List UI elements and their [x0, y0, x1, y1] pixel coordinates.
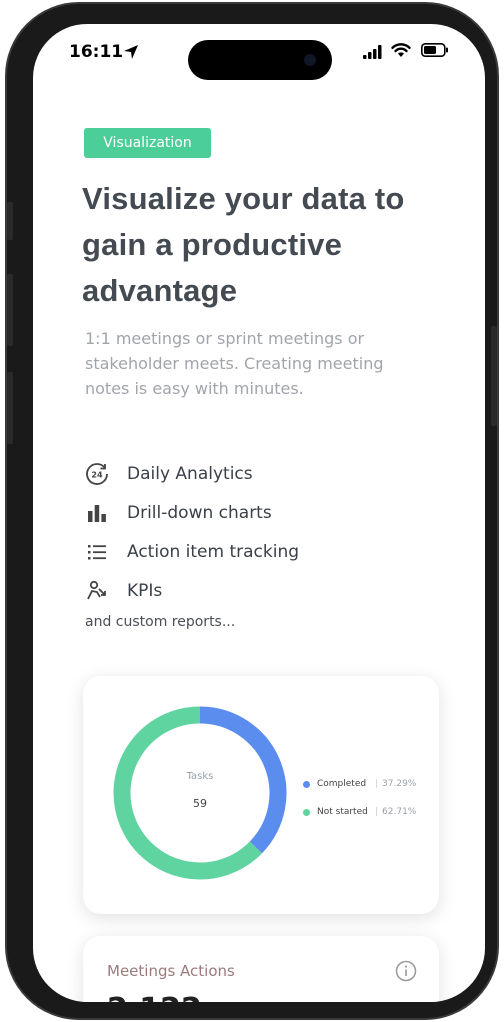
- info-icon[interactable]: [395, 960, 417, 982]
- status-time: 16:11: [69, 42, 124, 62]
- feature-item-drill-down-charts: Drill-down charts: [83, 493, 443, 532]
- tasks-chart-card: Tasks 59 Completed | 37.29% Not started …: [83, 676, 439, 914]
- feature-item-action-item-tracking: Action item tracking: [83, 532, 443, 571]
- feature-label: KPIs: [127, 580, 163, 601]
- legend-label: Completed: [317, 779, 367, 789]
- legend-value: 62.71%: [382, 807, 417, 817]
- donut-title: Tasks: [186, 771, 214, 782]
- 24h-clock-icon: 24: [83, 460, 111, 488]
- feature-list: 24 Daily Analytics Drill-down charts Act…: [83, 454, 443, 610]
- feature-item-kpis: KPIs: [83, 571, 443, 610]
- legend-item-completed: Completed | 37.29%: [303, 770, 433, 798]
- list-icon: [83, 538, 111, 566]
- kpi-person-icon: [83, 577, 111, 605]
- feature-label: Daily Analytics: [127, 463, 253, 484]
- donut-total: 59: [193, 797, 207, 810]
- screen: 16:11 Visualization Visualize your data …: [33, 24, 485, 1002]
- power-button: [491, 326, 497, 426]
- tasks-donut-chart: [113, 706, 287, 880]
- meetings-actions-value: 2,122: [107, 992, 202, 1002]
- visualization-badge: Visualization: [84, 128, 211, 158]
- page-title: Visualize your data to gain a productive…: [82, 181, 405, 308]
- location-arrow-icon: [124, 45, 138, 59]
- dynamic-island: [188, 40, 332, 80]
- cellular-signal-icon: [363, 45, 382, 59]
- legend-divider: |: [375, 807, 379, 817]
- phone-frame: 16:11 Visualization Visualize your data …: [5, 2, 499, 1020]
- volume-up-button: [7, 274, 13, 346]
- svg-text:24: 24: [91, 470, 103, 479]
- feature-label: Drill-down charts: [127, 502, 272, 523]
- donut-slice-not-started[interactable]: [113, 706, 262, 880]
- custom-reports-text: and custom reports...: [85, 614, 236, 630]
- meetings-actions-title: Meetings Actions: [107, 962, 235, 980]
- chart-legend: Completed | 37.29% Not started | 62.71%: [303, 770, 433, 826]
- page-description: 1:1 meetings or sprint meetings or stake…: [85, 329, 384, 398]
- legend-value: 37.29%: [382, 779, 417, 789]
- feature-label: Action item tracking: [127, 541, 300, 562]
- legend-swatch: [303, 780, 310, 788]
- meetings-actions-card: Meetings Actions 2,122: [83, 936, 439, 1002]
- camera-icon: [304, 54, 316, 66]
- wifi-icon: [391, 43, 411, 57]
- legend-swatch: [303, 808, 310, 816]
- feature-item-daily-analytics: 24 Daily Analytics: [83, 454, 443, 493]
- status-bar: 16:11: [33, 24, 485, 80]
- silent-switch: [7, 202, 13, 240]
- legend-label: Not started: [317, 807, 368, 817]
- bar-chart-icon: [83, 499, 111, 527]
- volume-down-button: [7, 372, 13, 444]
- legend-item-not-started: Not started | 62.71%: [303, 798, 433, 826]
- battery-icon: [421, 43, 448, 57]
- legend-divider: |: [375, 779, 379, 789]
